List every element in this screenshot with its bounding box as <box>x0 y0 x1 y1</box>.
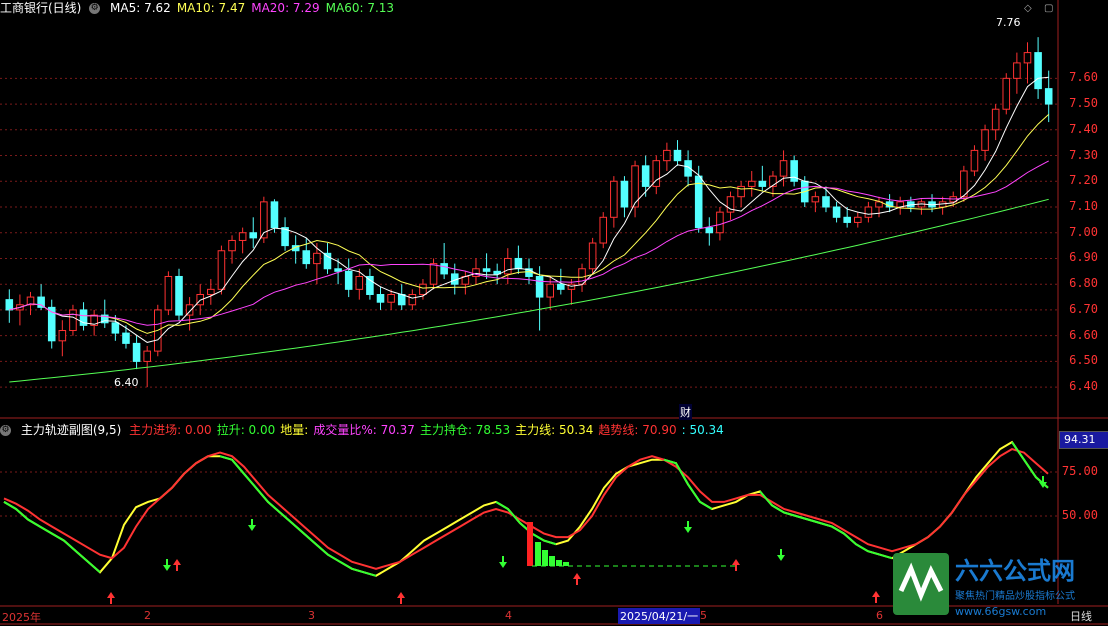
price-tick-9: 6.70 <box>1069 301 1098 316</box>
x-label-may: 5 <box>700 609 707 622</box>
candle <box>175 268 183 321</box>
low-price-marker: 6.40 <box>114 376 139 389</box>
x-label-year: 2025年 <box>2 611 41 624</box>
price-tick-1: 7.50 <box>1069 96 1098 111</box>
price-tick-11: 6.50 <box>1069 353 1098 368</box>
settings-icon[interactable]: ⚙ <box>0 425 11 436</box>
indicator-label-2: 地量: <box>280 423 309 437</box>
signal-bar <box>549 556 555 566</box>
price-tick-6: 7.00 <box>1069 224 1098 239</box>
price-tick-4: 7.20 <box>1069 173 1098 188</box>
x-label-jun: 6 <box>876 609 883 622</box>
indicator-tick-0: 75.00 <box>1061 464 1098 478</box>
square-icon[interactable]: ▢ <box>1044 3 1053 14</box>
indicator-tick-1: 50.00 <box>1061 508 1098 522</box>
price-tick-2: 7.40 <box>1069 121 1098 136</box>
price-tick-0: 7.60 <box>1069 70 1098 85</box>
sub-header: ⚙ 主力轨迹副图(9,5) 主力进场: 0.00 拉升: 0.00 地量: 成交量比%… <box>0 422 735 438</box>
price-tick-7: 6.90 <box>1069 250 1098 265</box>
price-tick-5: 7.10 <box>1069 199 1098 213</box>
signal-bar <box>542 550 548 566</box>
indicator-label-7: : 50.34 <box>681 423 724 437</box>
indicator-label-0: 主力进场: 0.00 <box>129 423 212 437</box>
ma-label-2: MA20: 7.29 <box>251 1 320 15</box>
candle <box>960 165 968 202</box>
diamond-icon[interactable]: ◇ <box>1024 3 1032 14</box>
ma-label-1: MA10: 7.47 <box>176 1 246 15</box>
indicator-label-3: 成交量比%: 70.37 <box>313 423 415 437</box>
x-label-feb: 2 <box>144 609 151 622</box>
signal-bar <box>535 542 541 566</box>
chart-canvas[interactable] <box>0 0 1108 626</box>
indicator-label-5: 主力线: 50.34 <box>515 423 594 437</box>
signal-bar <box>556 560 562 566</box>
x-label-mar: 3 <box>308 609 315 622</box>
watermark-logo: 六六公式网 聚焦热门精品炒股指标公式 www.66gsw.com <box>893 551 1103 621</box>
indicator-label-4: 主力持仓: 78.53 <box>419 423 511 437</box>
svg-text:聚焦热门精品炒股指标公式: 聚焦热门精品炒股指标公式 <box>955 589 1075 602</box>
stock-title[interactable]: 工商银行(日线) <box>0 1 81 15</box>
signal-bar <box>527 522 533 566</box>
current-value-badge: 94.31 <box>1059 431 1108 449</box>
price-tick-3: 7.30 <box>1069 147 1098 162</box>
ma-label-3: MA60: 7.13 <box>325 1 395 15</box>
candle <box>588 237 597 274</box>
finance-event-marker[interactable]: 财 <box>679 404 692 420</box>
price-tick-10: 6.60 <box>1069 327 1098 342</box>
candle <box>47 299 56 349</box>
signal-bar <box>563 562 569 566</box>
settings-icon[interactable]: ⚙ <box>89 3 101 14</box>
main-header: 工商银行(日线) ⚙ MA5: 7.62 MA10: 7.47 MA20: 7.29… <box>0 0 406 16</box>
price-tick-12: 6.40 <box>1069 379 1098 394</box>
candle <box>1002 73 1011 115</box>
indicator-title[interactable]: 主力轨迹副图(9,5) <box>21 423 121 437</box>
indicator-label-6: 趋势线: 70.90 <box>598 423 677 437</box>
svg-text:六六公式网: 六六公式网 <box>955 557 1075 585</box>
cursor-date: 2025/04/21/一 <box>618 608 701 624</box>
ma-label-0: MA5: 7.62 <box>110 1 171 15</box>
x-label-apr: 4 <box>505 609 512 622</box>
indicator-legend: 主力进场: 0.00 拉升: 0.00 地量: 成交量比%: 70.37 主力持仓: 7… <box>129 423 729 437</box>
price-tick-8: 6.80 <box>1069 276 1098 291</box>
ma-legend: MA5: 7.62 MA10: 7.47 MA20: 7.29 MA60: 7.13 <box>110 1 400 15</box>
high-price-marker: 7.76 <box>996 16 1021 29</box>
svg-text:www.66gsw.com: www.66gsw.com <box>955 605 1046 618</box>
indicator-label-1: 拉升: 0.00 <box>216 423 276 437</box>
candle <box>164 271 173 316</box>
candle <box>599 212 608 249</box>
